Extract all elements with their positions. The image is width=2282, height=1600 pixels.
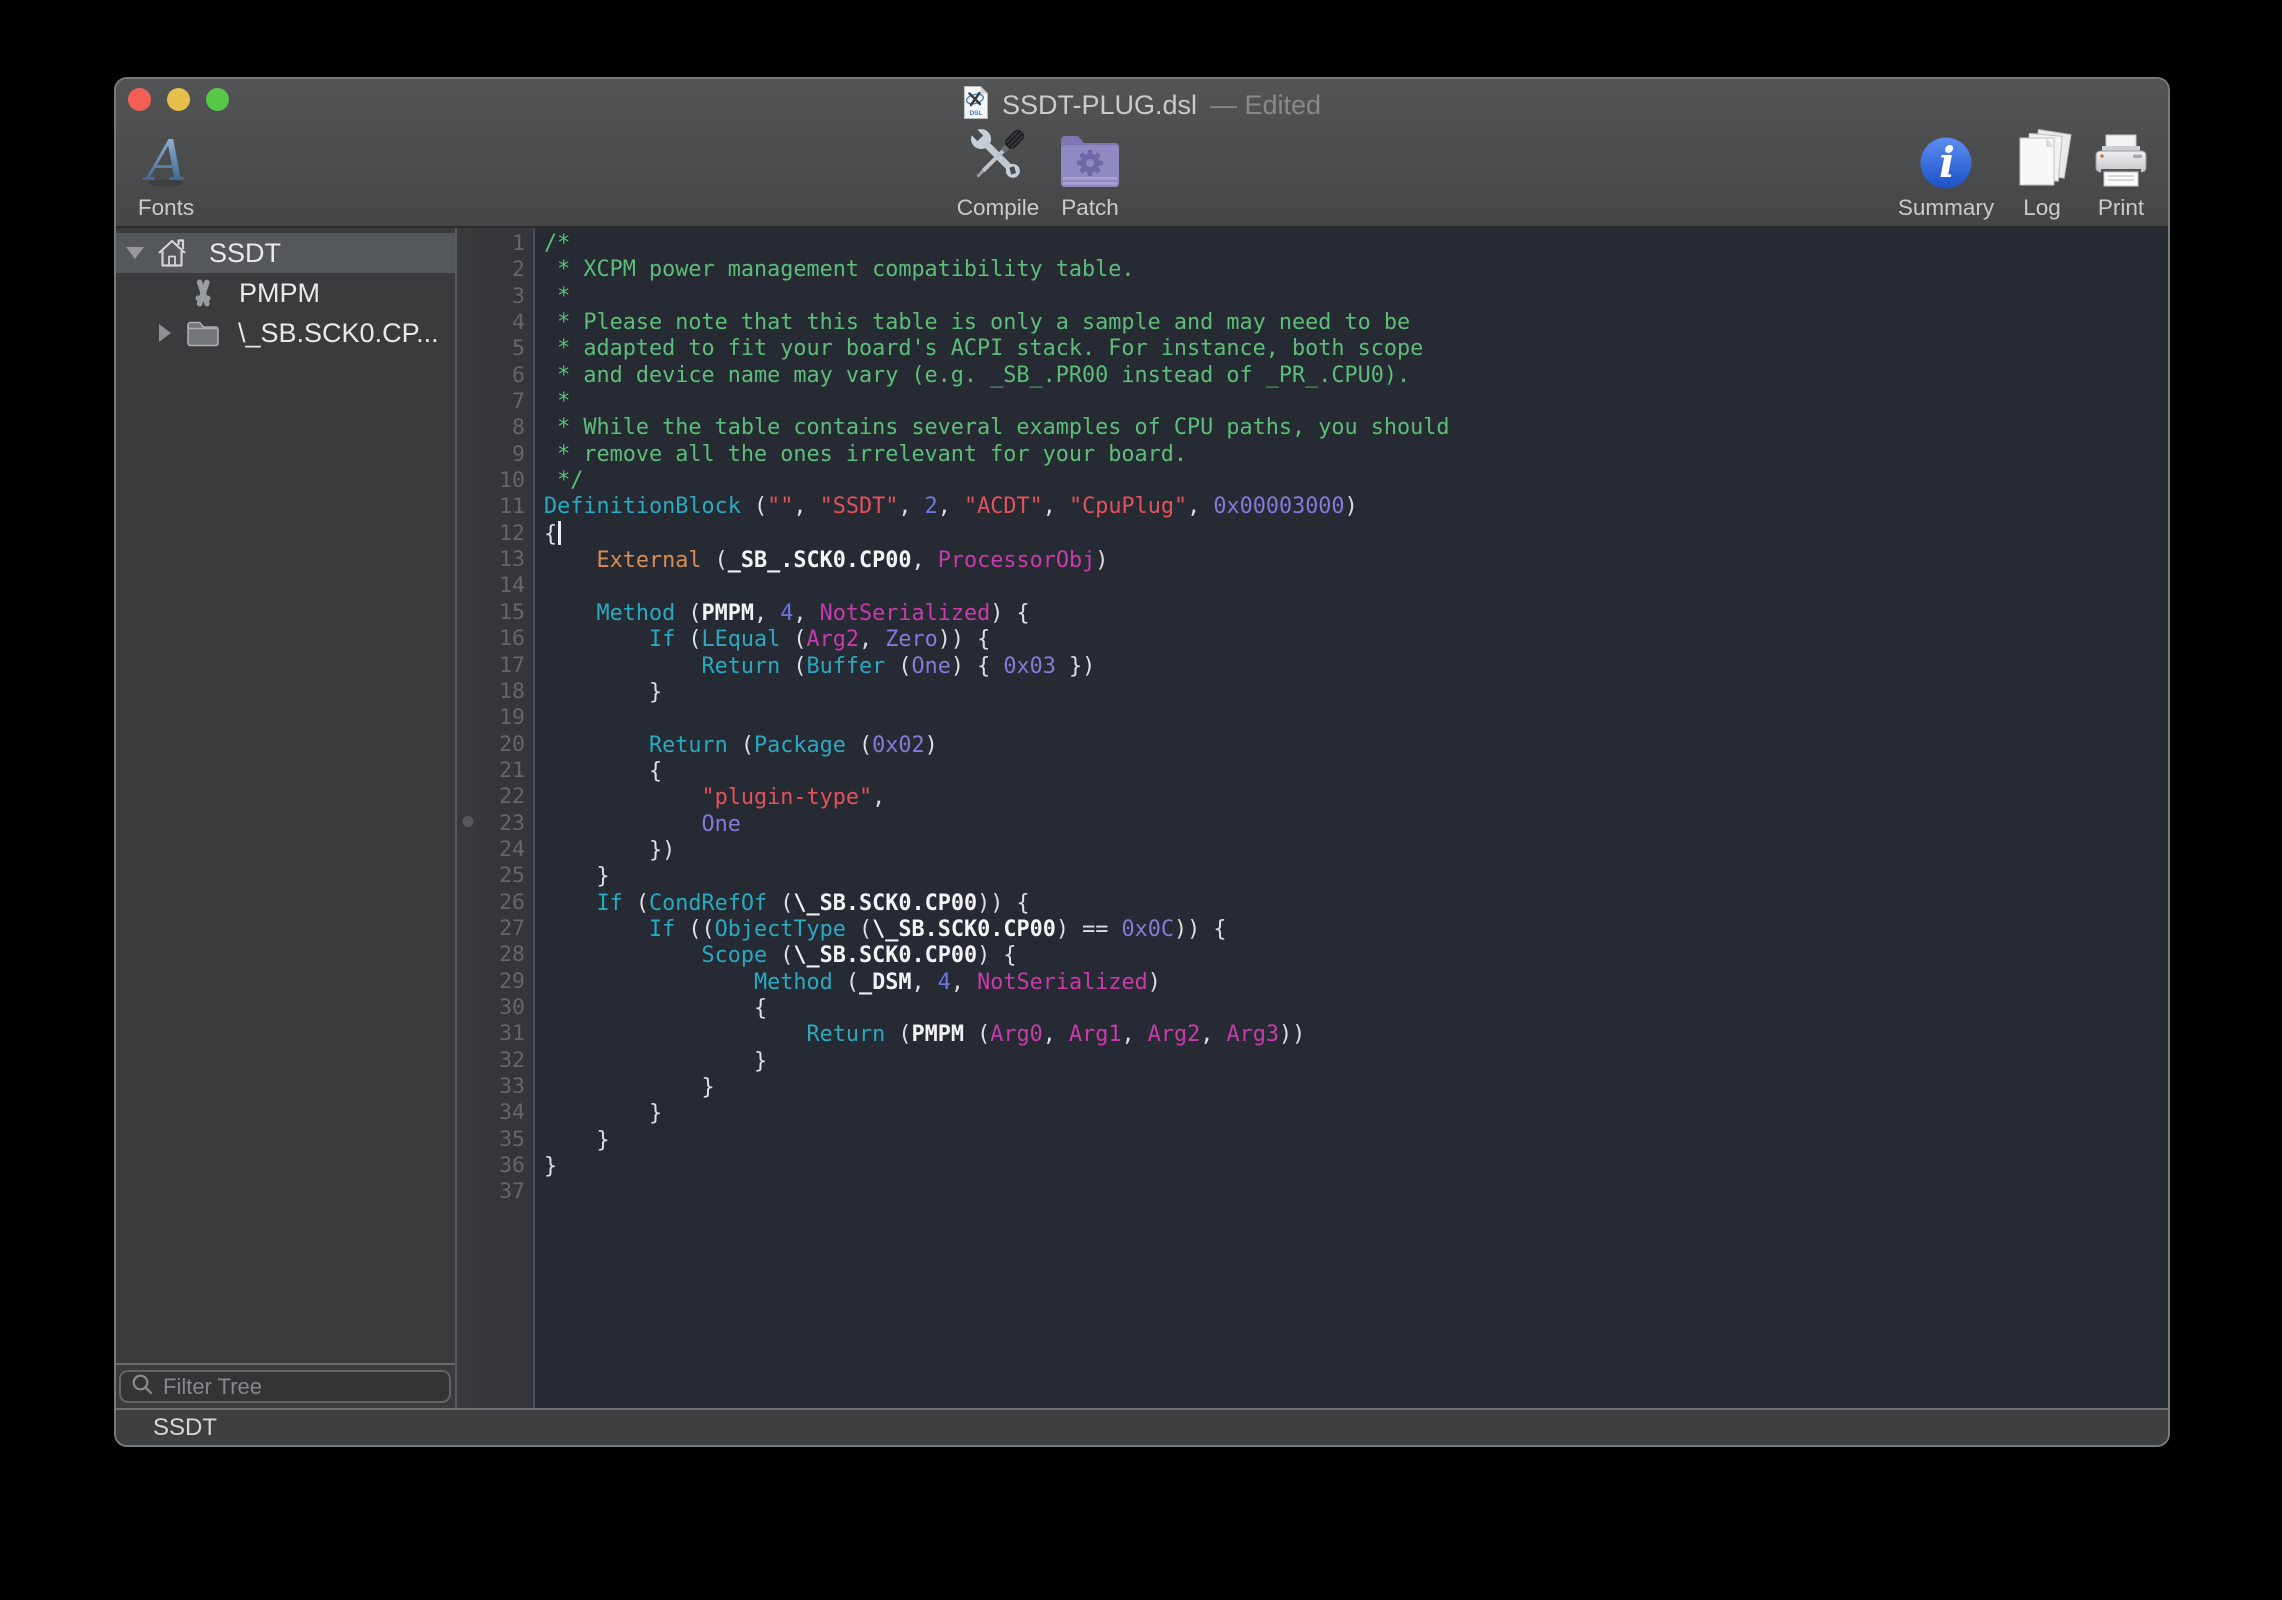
print-icon bbox=[2091, 121, 2151, 191]
patch-button[interactable]: Patch bbox=[1052, 121, 1128, 221]
filter-tree-input[interactable]: Filter Tree bbox=[119, 1370, 451, 1403]
svg-text:DSL: DSL bbox=[969, 110, 982, 117]
main-split: SSDT PMPM bbox=[116, 228, 2168, 1408]
close-button[interactable] bbox=[128, 88, 151, 111]
summary-icon: i bbox=[1918, 121, 1974, 191]
window-title-group: DSL SSDT-PLUG.dsl — Edited bbox=[963, 85, 1321, 125]
window-title: SSDT-PLUG.dsl bbox=[1002, 90, 1197, 121]
minimize-button[interactable] bbox=[167, 88, 190, 111]
tree-item-sb-sck0[interactable]: \_SB.SCK0.CP... bbox=[116, 313, 455, 353]
svg-text:A: A bbox=[142, 129, 187, 191]
tree-item-pmpm[interactable]: PMPM bbox=[116, 273, 455, 313]
summary-button[interactable]: i Summary bbox=[1896, 121, 1996, 221]
acpi-tree: SSDT PMPM bbox=[116, 228, 455, 353]
line-numbers: 1234567891011121314151617181920212223242… bbox=[479, 228, 535, 1408]
splitter-handle-icon[interactable] bbox=[463, 816, 474, 827]
search-icon bbox=[131, 1373, 154, 1401]
patch-icon bbox=[1058, 121, 1122, 191]
disclosure-expanded-icon[interactable] bbox=[126, 247, 144, 259]
zoom-button[interactable] bbox=[206, 88, 229, 111]
log-button[interactable]: Log bbox=[2010, 121, 2074, 221]
tree-item-label: \_SB.SCK0.CP... bbox=[238, 318, 439, 349]
status-path: SSDT bbox=[116, 1414, 217, 1442]
tree-item-label: SSDT bbox=[209, 238, 281, 269]
log-icon bbox=[2012, 121, 2072, 191]
print-button[interactable]: Print bbox=[2088, 121, 2154, 221]
tree-item-label: PMPM bbox=[239, 278, 320, 309]
method-icon bbox=[186, 277, 220, 316]
disclosure-collapsed-icon[interactable] bbox=[159, 324, 171, 342]
app-window: DSL SSDT-PLUG.dsl — Edited A Fonts bbox=[114, 77, 2170, 1447]
split-divider[interactable] bbox=[455, 228, 479, 1408]
folder-icon bbox=[186, 319, 220, 354]
sidebar: SSDT PMPM bbox=[116, 228, 455, 1408]
house-icon bbox=[156, 237, 188, 277]
tree-item-ssdt[interactable]: SSDT bbox=[116, 233, 455, 273]
edited-badge: — Edited bbox=[1210, 90, 1321, 121]
status-bar: SSDT bbox=[116, 1408, 2168, 1445]
compile-button[interactable]: Compile bbox=[952, 121, 1044, 221]
fonts-icon: A bbox=[141, 121, 191, 191]
svg-text:i: i bbox=[1939, 138, 1955, 187]
fonts-button[interactable]: A Fonts bbox=[124, 121, 208, 221]
code-lines[interactable]: /* * XCPM power management compatibility… bbox=[535, 228, 2168, 1408]
sidebar-separator bbox=[116, 1363, 455, 1365]
toolbar: DSL SSDT-PLUG.dsl — Edited A Fonts bbox=[116, 79, 2168, 228]
traffic-lights bbox=[128, 88, 229, 111]
document-icon: DSL bbox=[963, 85, 989, 125]
code-editor: 1234567891011121314151617181920212223242… bbox=[479, 228, 2168, 1408]
compile-icon bbox=[965, 121, 1031, 191]
filter-placeholder: Filter Tree bbox=[163, 1374, 262, 1400]
